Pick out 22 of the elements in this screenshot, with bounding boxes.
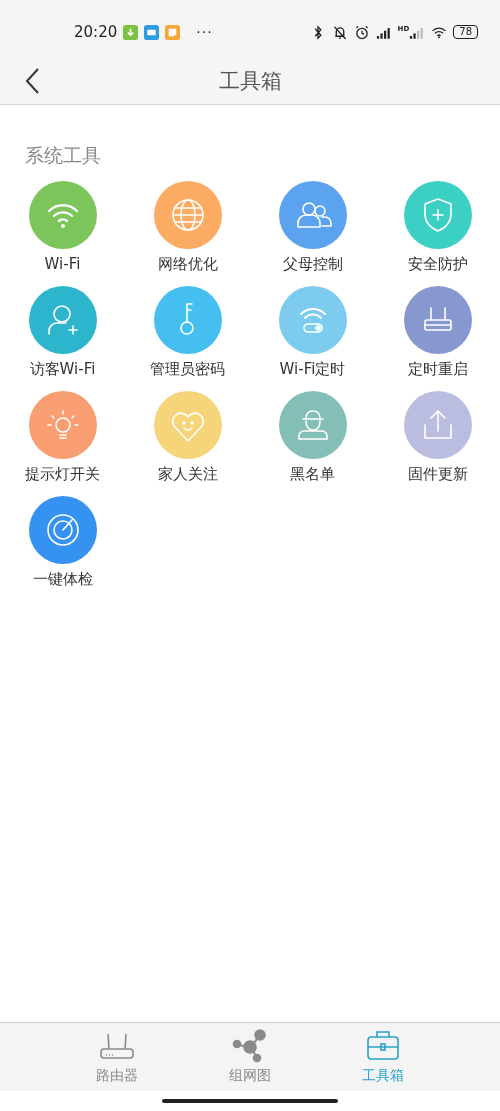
tool-button[interactable]: 黑名单 — [250, 391, 375, 484]
tool-button[interactable]: 管理员密码 — [125, 286, 250, 379]
bell-off-icon — [331, 24, 348, 40]
tool-button[interactable]: 父母控制 — [250, 181, 375, 274]
status-time: 20:20 — [74, 23, 118, 41]
alarm-icon — [353, 24, 370, 40]
tool-button[interactable]: 固件更新 — [375, 391, 500, 484]
tool-button[interactable]: 提示灯开关 — [0, 391, 125, 484]
tool-button[interactable]: 安全防护 — [375, 181, 500, 274]
page-title: 工具箱 — [218, 68, 282, 95]
tool-button[interactable]: 定时重启 — [375, 286, 500, 379]
tool-button[interactable]: 访客Wi-Fi — [0, 286, 125, 379]
section-title: 系统工具 — [24, 143, 102, 168]
tool-button[interactable]: 网络优化 — [125, 181, 250, 274]
tool-button[interactable]: Wi-Fi — [0, 181, 125, 274]
back-icon — [24, 67, 40, 95]
tool-button[interactable]: Wi-Fi定时 — [250, 286, 375, 379]
tool-button[interactable]: 一键体检 — [0, 496, 125, 589]
battery-icon: 78 — [453, 25, 478, 39]
tool-button[interactable]: 家人关注 — [125, 391, 250, 484]
back-button[interactable] — [24, 67, 40, 95]
more-notifications: ··· — [196, 24, 213, 40]
